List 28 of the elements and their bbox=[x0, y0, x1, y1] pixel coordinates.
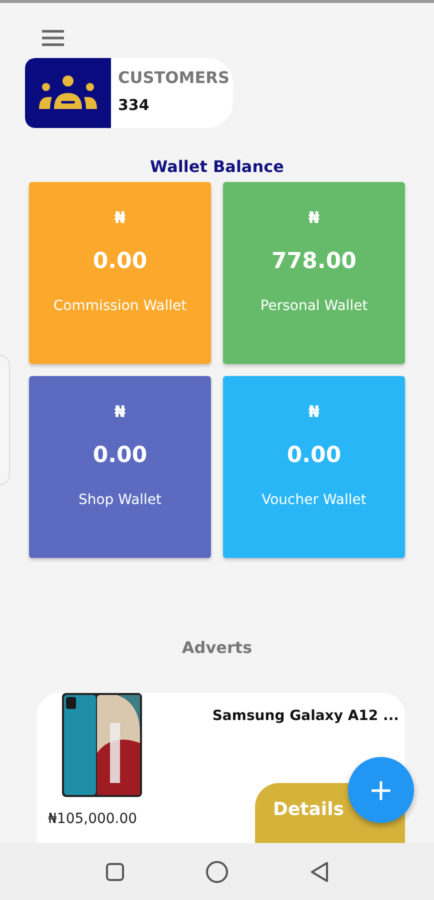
section-title: Wallet Balance bbox=[149, 156, 285, 178]
menu-icon[interactable] bbox=[42, 30, 64, 46]
customers-count: 334 bbox=[118, 96, 150, 114]
wallet-tile[interactable]: ₦ 0.00 Voucher Wallet bbox=[223, 376, 405, 558]
wallet-amount: 0.00 bbox=[92, 443, 148, 468]
currency-symbol: ₦ bbox=[114, 402, 126, 421]
customers-label: CUSTOMERS bbox=[118, 68, 230, 88]
wallet-amount: 778.00 bbox=[272, 249, 356, 274]
people-icon bbox=[38, 75, 98, 112]
wallet-label: Personal Wallet bbox=[260, 298, 368, 314]
home-icon[interactable] bbox=[205, 860, 229, 884]
wallet-tile[interactable]: ₦ 778.00 Personal Wallet bbox=[223, 182, 405, 364]
currency-symbol: ₦ bbox=[114, 208, 126, 227]
customers-card[interactable]: CUSTOMERS 334 bbox=[25, 58, 233, 128]
wallet-amount: 0.00 bbox=[286, 443, 342, 468]
wallet-label: Shop Wallet bbox=[78, 492, 162, 508]
back-icon[interactable] bbox=[309, 860, 329, 882]
wallet-tile[interactable]: ₦ 0.00 Shop Wallet bbox=[29, 376, 211, 558]
currency-symbol: ₦ bbox=[308, 402, 320, 421]
wallet-amount: 0.00 bbox=[92, 249, 148, 274]
wallet-label: Commission Wallet bbox=[53, 298, 187, 314]
product-name: Samsung Galaxy A12 ... bbox=[212, 708, 399, 726]
currency-symbol: ₦ bbox=[308, 208, 320, 227]
wallet-tile[interactable]: ₦ 0.00 Commission Wallet bbox=[29, 182, 211, 364]
wallet-label: Voucher Wallet bbox=[262, 492, 366, 508]
recents-icon[interactable] bbox=[105, 862, 125, 882]
section-title: Adverts bbox=[180, 638, 254, 657]
product-price: ₦105,000.00 bbox=[48, 811, 138, 827]
